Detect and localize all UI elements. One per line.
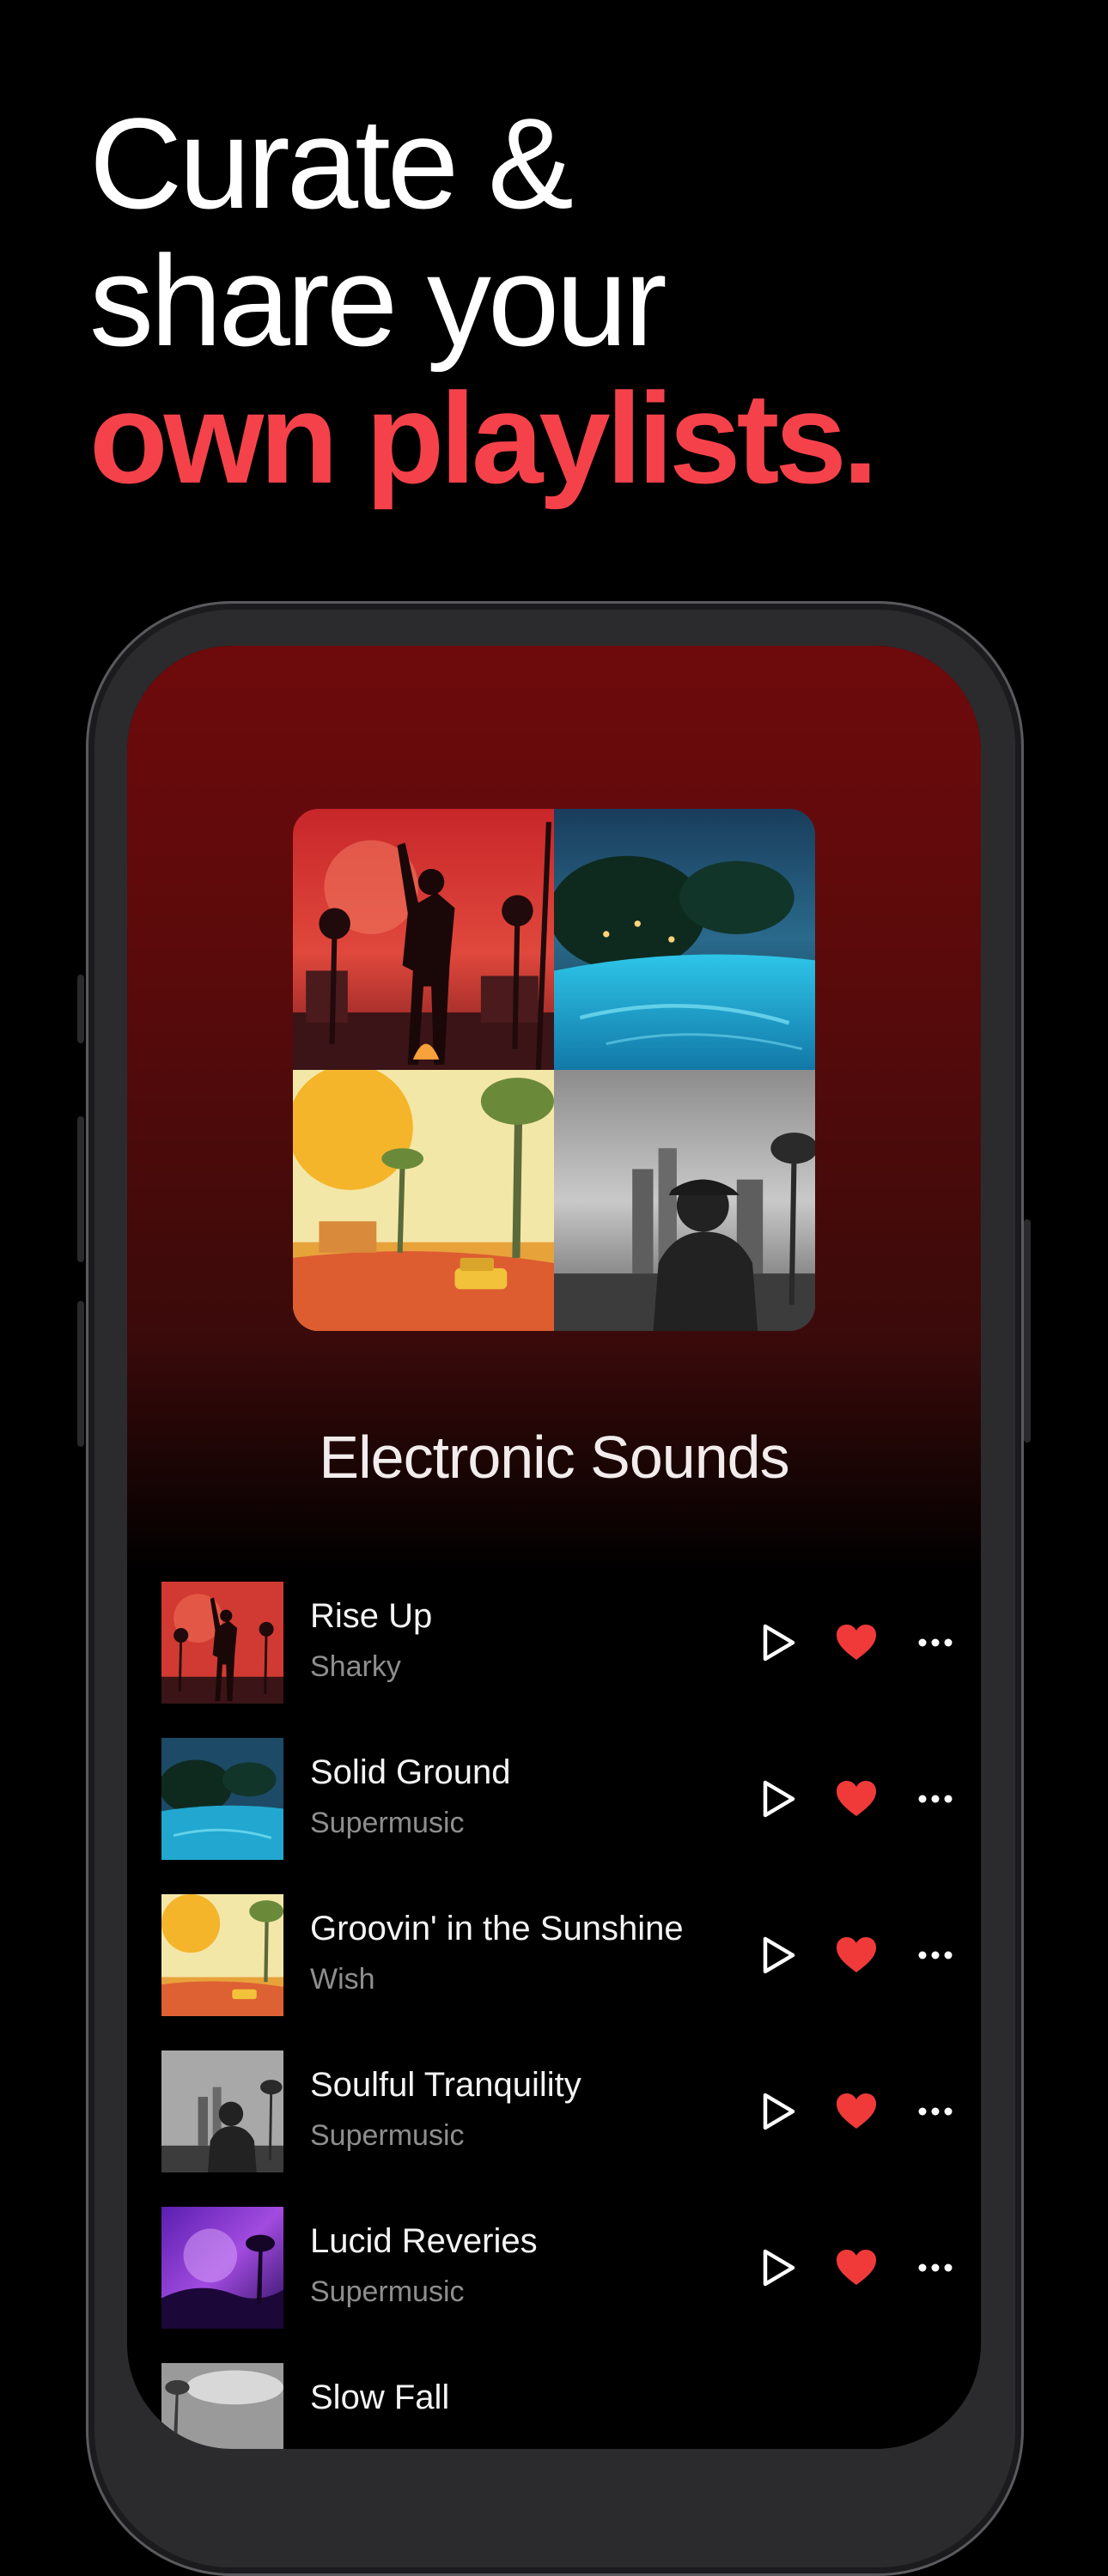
- track-row[interactable]: Groovin' in the Sunshine Wish: [161, 1894, 960, 2050]
- headline: Curate & share your own playlists.: [89, 94, 1077, 507]
- cover-art-pool: [554, 809, 815, 1070]
- track-row[interactable]: Soulful Tranquility Supermusic: [161, 2050, 960, 2207]
- track-artist: Supermusic: [310, 2119, 465, 2152]
- play-icon: [763, 1624, 795, 1662]
- headline-line-2: share your: [89, 228, 667, 373]
- track-row[interactable]: Rise Up Sharky: [161, 1582, 960, 1738]
- more-options-button[interactable]: [907, 1927, 964, 1984]
- track-row[interactable]: Slow Fall: [161, 2363, 960, 2449]
- heart-icon: [837, 2093, 876, 2129]
- like-button[interactable]: [828, 2083, 885, 2140]
- phone-volume-down-button: [77, 1301, 84, 1447]
- phone-screen: Electronic Sounds Rise Up Sharky Solid G…: [127, 646, 981, 2449]
- track-artist: Supermusic: [310, 2275, 465, 2308]
- more-options-button[interactable]: [907, 1614, 964, 1671]
- heart-icon: [837, 1937, 876, 1972]
- heart-icon: [837, 1625, 876, 1660]
- track-title: Groovin' in the Sunshine: [310, 1910, 684, 1947]
- track-title: Rise Up: [310, 1597, 433, 1635]
- ellipsis-icon: [918, 1795, 953, 1803]
- like-button[interactable]: [828, 1771, 885, 1827]
- play-button[interactable]: [751, 1614, 807, 1671]
- like-button[interactable]: [828, 1614, 885, 1671]
- play-icon: [763, 1780, 795, 1818]
- play-icon: [763, 2093, 795, 2130]
- phone-action-button: [77, 975, 84, 1043]
- more-options-button[interactable]: [907, 2083, 964, 2140]
- track-list: Rise Up Sharky Solid Ground Supermusic G…: [161, 1582, 960, 2449]
- cover-art-red: [293, 809, 554, 1070]
- play-button[interactable]: [751, 2083, 807, 2140]
- track-title: Slow Fall: [310, 2379, 450, 2416]
- like-button[interactable]: [828, 2239, 885, 2296]
- ellipsis-icon: [918, 1638, 953, 1647]
- track-row[interactable]: Solid Ground Supermusic: [161, 1738, 960, 1894]
- more-options-button[interactable]: [907, 2239, 964, 2296]
- cover-art-yellow: [293, 1070, 554, 1331]
- ellipsis-icon: [918, 2263, 953, 2272]
- like-button[interactable]: [828, 1927, 885, 1984]
- playlist-cover[interactable]: [293, 809, 815, 1331]
- ellipsis-icon: [918, 1951, 953, 1959]
- headline-line-1: Curate &: [89, 91, 574, 235]
- cover-art-gray: [554, 1070, 815, 1331]
- track-artwork: [161, 2050, 283, 2172]
- heart-icon: [837, 1781, 876, 1816]
- track-title: Soulful Tranquility: [310, 2066, 581, 2104]
- track-title: Lucid Reveries: [310, 2222, 538, 2260]
- heart-icon: [837, 2250, 876, 2285]
- play-icon: [763, 1936, 795, 1974]
- track-artwork: [161, 2363, 283, 2449]
- phone-volume-up-button: [77, 1116, 84, 1262]
- track-row[interactable]: Lucid Reveries Supermusic: [161, 2207, 960, 2363]
- track-title: Solid Ground: [310, 1753, 511, 1791]
- playlist-title: Electronic Sounds: [319, 1424, 789, 1491]
- headline-line-3: own playlists.: [89, 366, 879, 510]
- track-artist: Sharky: [310, 1650, 401, 1683]
- ellipsis-icon: [918, 2107, 953, 2116]
- track-artwork: [161, 1738, 283, 1860]
- track-artwork: [161, 1582, 283, 1704]
- more-options-button[interactable]: [907, 1771, 964, 1827]
- play-button[interactable]: [751, 1771, 807, 1827]
- track-artist: Wish: [310, 1963, 375, 1996]
- track-artwork: [161, 2207, 283, 2329]
- play-button[interactable]: [751, 1927, 807, 1984]
- phone-power-button: [1024, 1219, 1031, 1443]
- track-artwork: [161, 1894, 283, 2016]
- play-button[interactable]: [751, 2239, 807, 2296]
- track-artist: Supermusic: [310, 1807, 465, 1839]
- play-icon: [763, 2249, 795, 2287]
